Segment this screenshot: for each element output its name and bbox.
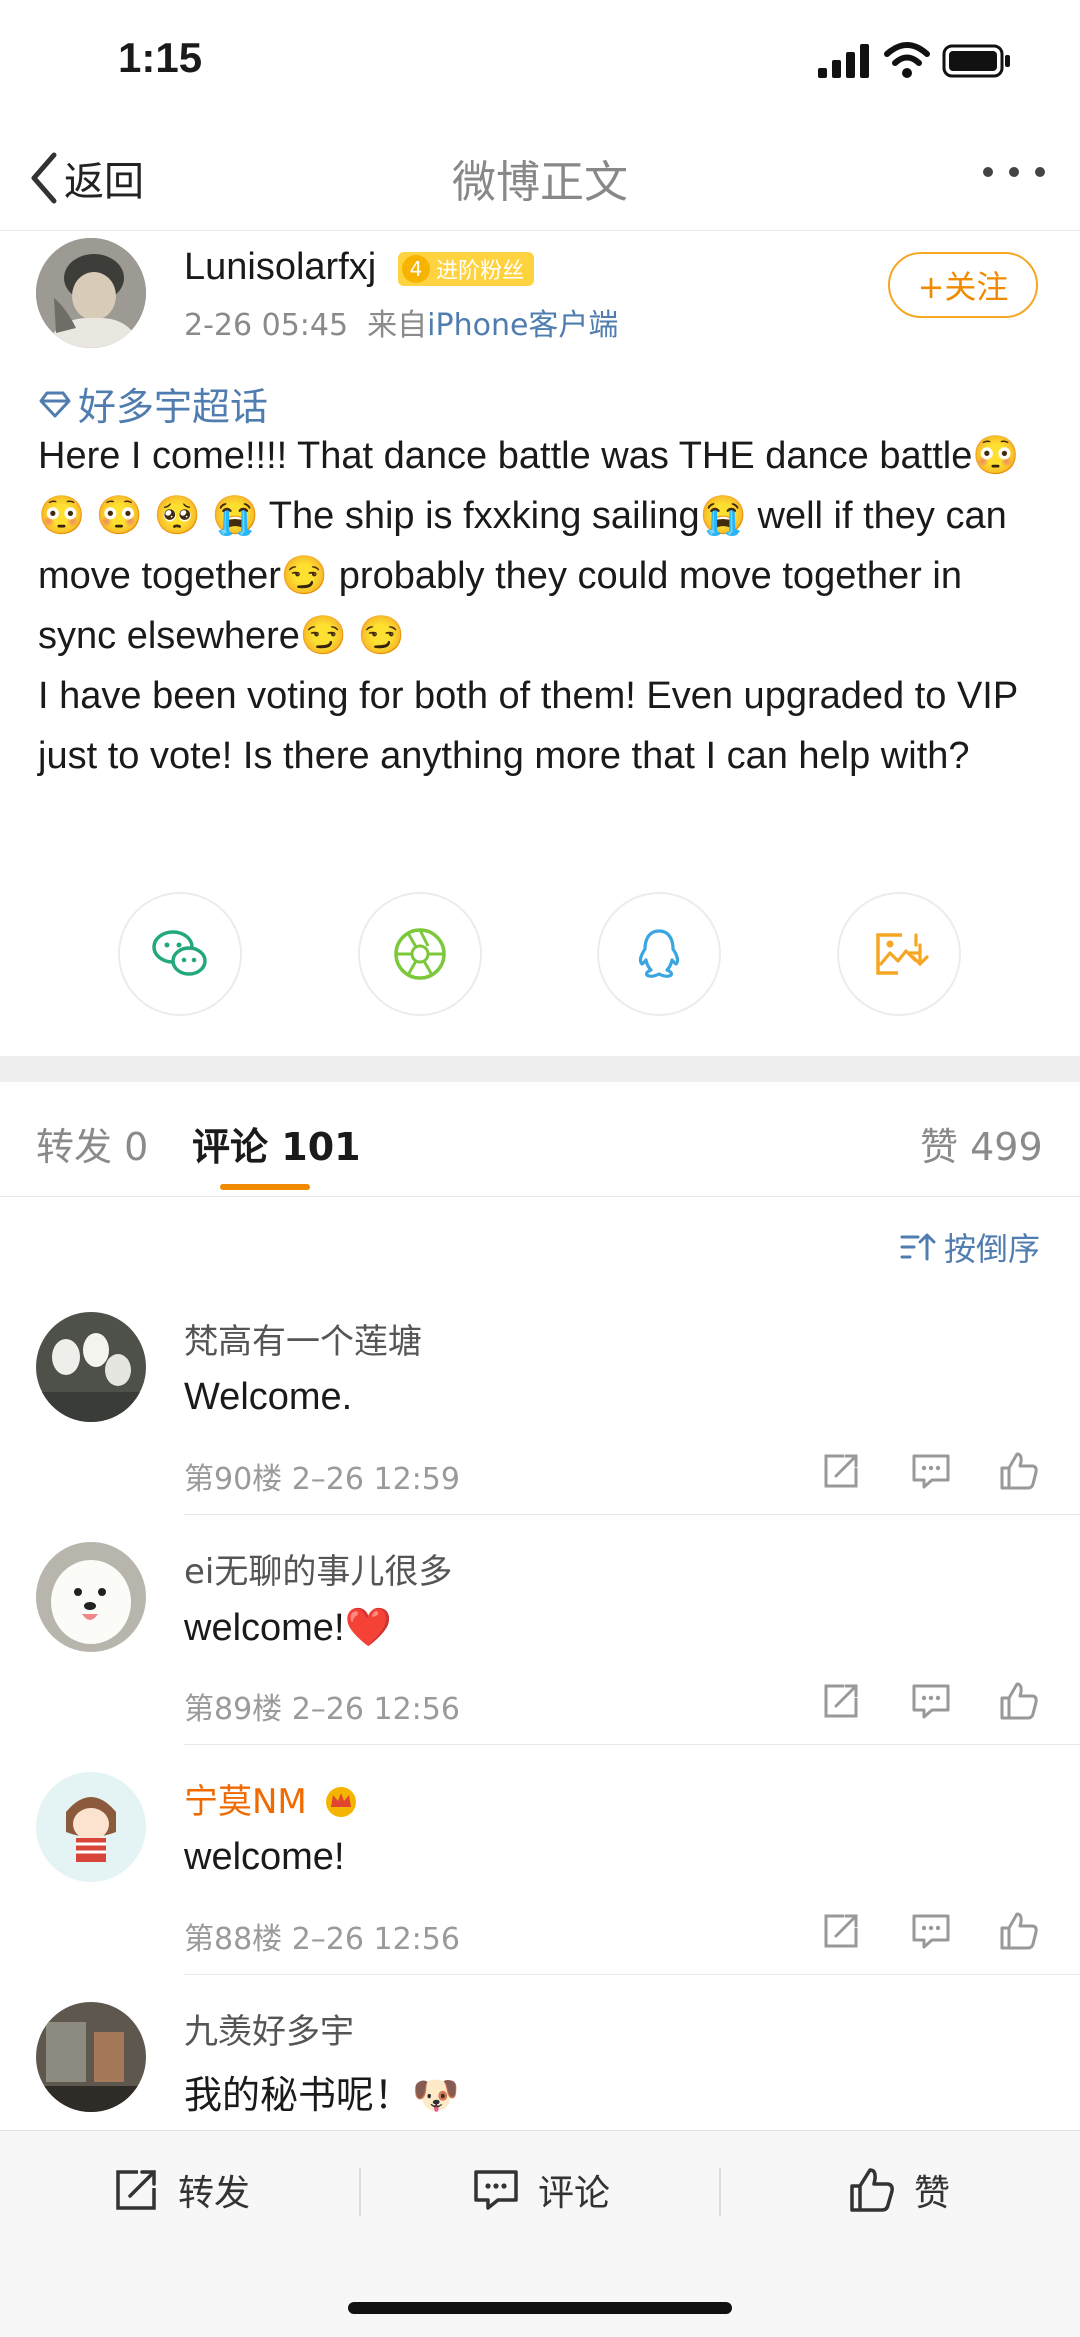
comment-meta: 第88楼 2–26 12:56	[184, 1922, 460, 1957]
page-title: 微博正文	[452, 157, 628, 208]
super-topic-link[interactable]: 好多宇超话	[38, 376, 268, 431]
tab-comment-label: 评论	[192, 1125, 269, 1169]
active-tab-indicator	[220, 1184, 310, 1190]
tab-repost-label: 转发	[36, 1125, 113, 1169]
tab-repost[interactable]: 转发 0	[36, 1116, 148, 1171]
like-label: 赞	[914, 2173, 951, 2214]
author-name[interactable]: Lunisolarfxj	[184, 246, 376, 289]
comment-meta: 第89楼 2–26 12:56	[184, 1692, 460, 1727]
comment-meta: 第90楼 2–26 12:59	[184, 1462, 460, 1497]
fan-level-number: 4	[402, 255, 430, 283]
share-qq-button[interactable]	[597, 892, 721, 1016]
bottom-bar-divider	[719, 2168, 721, 2216]
share-moments-button[interactable]	[358, 892, 482, 1016]
chevron-left-icon	[31, 152, 57, 204]
comment-label: 评论	[538, 2173, 611, 2214]
avatar-image	[36, 2002, 146, 2112]
sort-toggle[interactable]: 按倒序	[900, 1224, 1040, 1270]
comment-like-icon[interactable]	[998, 1450, 1040, 1492]
comment-text: Welcome.	[184, 1376, 353, 1418]
back-label: 返回	[64, 159, 144, 205]
post-body-paragraph: I have been voting for both of them! Eve…	[38, 675, 1018, 777]
avatar-image	[36, 1312, 146, 1422]
fan-level-label: 进阶粉丝	[436, 259, 525, 284]
avatar-image	[36, 238, 146, 348]
commenter-avatar[interactable]	[36, 1772, 146, 1882]
comment-reply-icon[interactable]	[910, 1680, 952, 1722]
comment-like-icon[interactable]	[998, 1680, 1040, 1722]
wifi-icon	[884, 42, 930, 78]
image-download-icon	[876, 933, 929, 975]
comment-icon	[474, 2170, 518, 2210]
cellular-signal-icon	[818, 44, 869, 78]
comment-like-icon[interactable]	[998, 1910, 1040, 1952]
status-bar: 1:15	[0, 0, 1080, 130]
section-separator	[0, 1056, 1080, 1082]
comment-repost-icon[interactable]	[820, 1910, 862, 1952]
more-icon[interactable]	[980, 162, 1048, 182]
status-time: 1:15	[118, 34, 203, 81]
sort-label: 按倒序	[944, 1230, 1041, 1268]
comment-reply-icon[interactable]	[910, 1450, 952, 1492]
commenter-name[interactable]: 梵高有一个莲塘	[184, 1314, 422, 1363]
comment-button[interactable]: 评论	[472, 2160, 610, 2220]
repost-label: 转发	[178, 2173, 251, 2214]
home-indicator[interactable]	[348, 2302, 732, 2314]
diamond-icon	[39, 391, 71, 417]
commenter-name[interactable]: ei无聊的事儿很多	[184, 1544, 452, 1593]
like-button[interactable]: 赞	[848, 2160, 950, 2220]
comment-divider	[184, 1514, 1080, 1515]
tab-like[interactable]: 赞 499	[920, 1116, 1043, 1171]
sort-order-icon	[900, 1233, 936, 1261]
commenter-name-text: 宁莫NM	[184, 1782, 307, 1822]
follow-button[interactable]: +关注	[888, 252, 1038, 318]
post-date: 2-26 05:45	[184, 308, 349, 343]
moments-shutter-icon	[394, 928, 446, 980]
comment-repost-icon[interactable]	[820, 1680, 862, 1722]
crown-badge-icon	[325, 1787, 356, 1817]
author-avatar[interactable]	[36, 238, 146, 348]
comment-divider	[184, 1744, 1080, 1745]
comment-reply-icon[interactable]	[910, 1910, 952, 1952]
tab-like-label: 赞	[920, 1125, 959, 1169]
comment-text: welcome!	[184, 1836, 345, 1878]
repost-icon	[116, 2170, 156, 2210]
topic-label: 好多宇超话	[78, 385, 269, 429]
commenter-avatar[interactable]	[36, 1312, 146, 1422]
tab-divider	[0, 1196, 1080, 1197]
tab-like-count: 499	[970, 1125, 1043, 1169]
commenter-name-vip[interactable]: 宁莫NM	[184, 1774, 360, 1823]
fan-level-badge: 4 进阶粉丝	[398, 252, 535, 286]
post-body: Here I come!!!! That dance battle was TH…	[38, 426, 1048, 786]
share-wechat-button[interactable]	[118, 892, 242, 1016]
avatar-image	[36, 1542, 146, 1652]
tab-comment-count: 101	[281, 1125, 361, 1169]
commenter-name[interactable]: 九羡好多宇	[184, 2004, 354, 2053]
avatar-image	[36, 1772, 146, 1882]
source-prefix: 来自	[367, 308, 428, 343]
tab-comment[interactable]: 评论 101	[192, 1116, 361, 1171]
comment-divider	[184, 1974, 1080, 1975]
commenter-avatar[interactable]	[36, 1542, 146, 1652]
back-button[interactable]: 返回	[28, 148, 144, 208]
thumbs-up-icon	[850, 2168, 894, 2212]
battery-icon	[942, 44, 1010, 78]
qq-penguin-icon	[638, 929, 680, 978]
post-body-paragraph: Here I come!!!! That dance battle was TH…	[38, 435, 1020, 657]
post-meta: 2-26 05:45 来自iPhone客户端	[184, 300, 618, 344]
post-source[interactable]: iPhone客户端	[427, 308, 618, 343]
save-image-button[interactable]	[837, 892, 961, 1016]
wechat-icon	[152, 930, 207, 976]
comment-repost-icon[interactable]	[820, 1450, 862, 1492]
tab-repost-count: 0	[124, 1125, 149, 1169]
comment-text: welcome!❤️	[184, 1607, 392, 1649]
comment-text: 我的秘书呢！🐶	[184, 2075, 460, 2117]
bottom-bar-divider	[359, 2168, 361, 2216]
repost-button[interactable]: 转发	[112, 2160, 250, 2220]
commenter-avatar[interactable]	[36, 2002, 146, 2112]
